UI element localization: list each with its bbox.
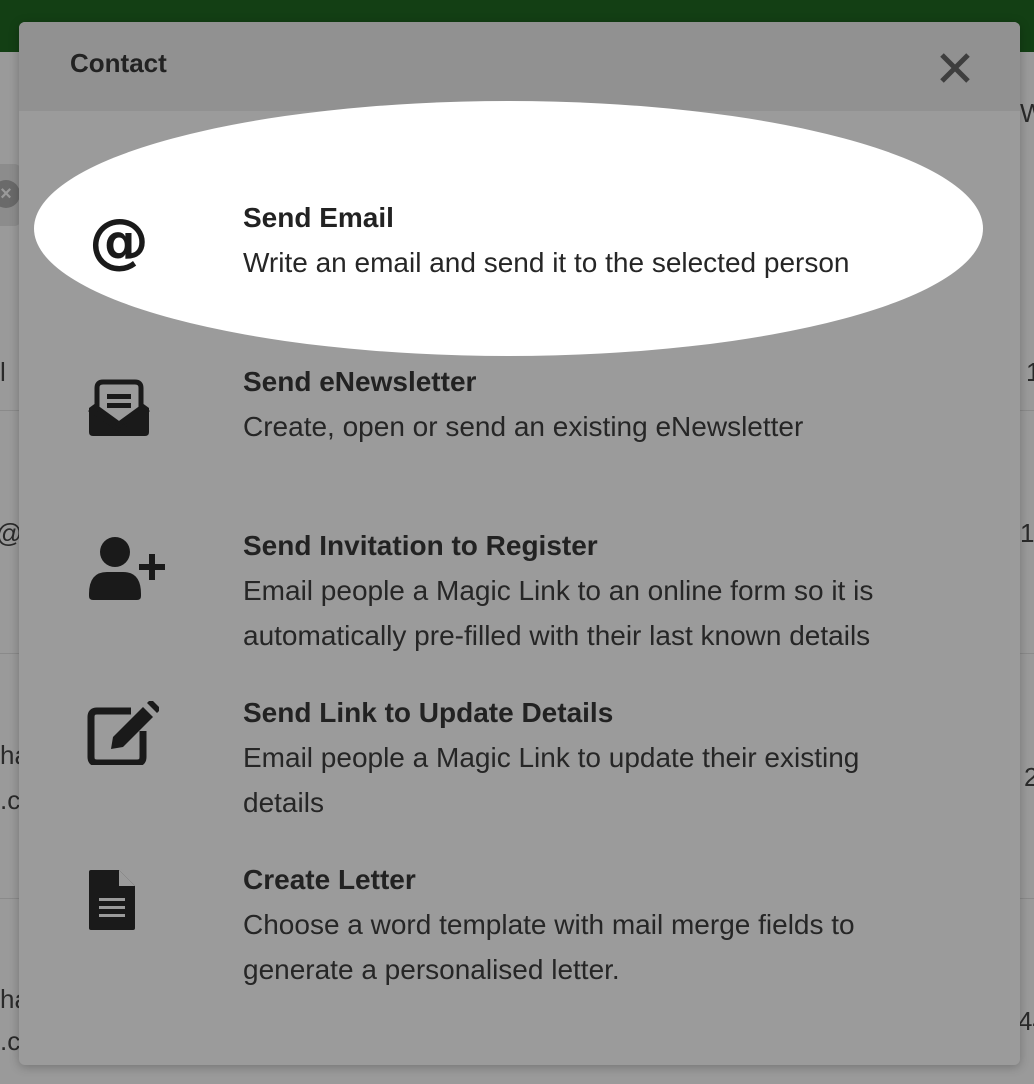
svg-text:@: @ (89, 208, 149, 272)
close-button[interactable] (935, 48, 975, 88)
option-description: Choose a word template with mail merge f… (243, 909, 855, 985)
send-enewsletter-option[interactable]: Send eNewsletter Create, open or send an… (19, 366, 1020, 476)
background-text-fragment: .c (0, 1026, 21, 1056)
option-description: Write an email and send it to the select… (243, 247, 850, 278)
background-text-fragment: .c (0, 785, 21, 815)
option-description: Create, open or send an existing eNewsle… (243, 411, 804, 442)
background-text-fragment: l (0, 357, 6, 387)
send-email-option[interactable]: @ Send Email Write an email and send it … (19, 202, 1020, 312)
background-text-fragment: 2 (1024, 762, 1034, 792)
send-invitation-option[interactable]: Send Invitation to Register Email people… (19, 530, 1020, 680)
user-plus-icon (89, 537, 165, 600)
background-text-fragment: W (1020, 98, 1034, 128)
edit-icon (87, 701, 159, 765)
modal-title: Contact (70, 48, 167, 78)
background-text-fragment: 44 (1018, 1006, 1034, 1036)
option-title: Send Link to Update Details (243, 697, 614, 728)
close-icon (940, 53, 970, 83)
modal-header: Contact (19, 22, 1020, 111)
option-title: Send Invitation to Register (243, 530, 598, 561)
option-title: Create Letter (243, 864, 416, 895)
background-text-fragment: 17 (1020, 518, 1034, 548)
option-title: Send eNewsletter (243, 366, 477, 397)
option-title: Send Email (243, 202, 394, 233)
option-description: Email people a Magic Link to an online f… (243, 575, 874, 651)
background-text-fragment: 1 (1026, 357, 1034, 387)
create-letter-option[interactable]: Create Letter Choose a word template wit… (19, 864, 1020, 1014)
open-envelope-icon (88, 379, 150, 436)
send-update-link-option[interactable]: Send Link to Update Details Email people… (19, 697, 1020, 847)
option-description: Email people a Magic Link to update thei… (243, 742, 860, 818)
contact-modal: Contact @ Send Email Write an email and … (19, 22, 1020, 1065)
document-icon (89, 869, 136, 930)
at-sign-icon: @ (89, 208, 149, 272)
